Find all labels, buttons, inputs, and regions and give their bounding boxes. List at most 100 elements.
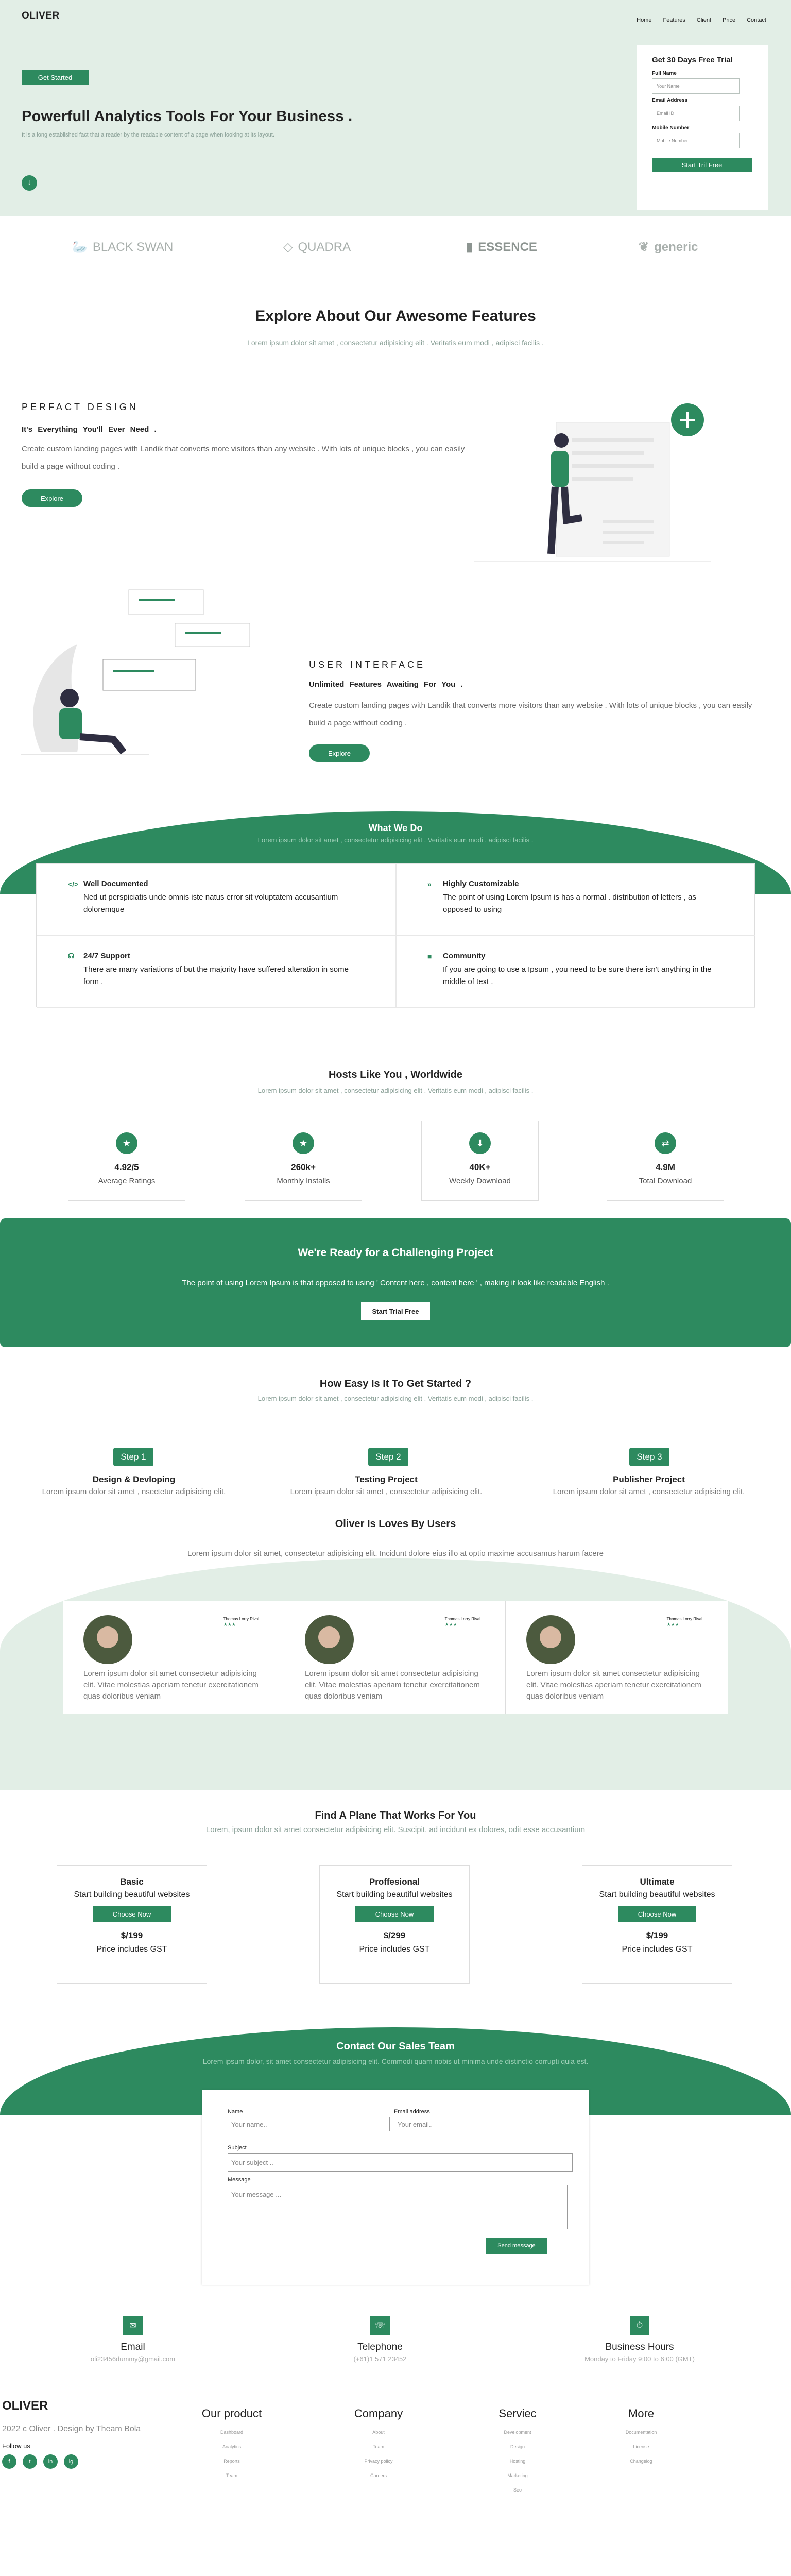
contact-message-textarea[interactable]: Your message ... xyxy=(228,2185,568,2229)
pricing-section: Find A Plane That Works For You Lorem, i… xyxy=(0,1790,791,2027)
steps-subtitle: Lorem ipsum dolor sit amet , consectetur… xyxy=(257,1395,534,1402)
contact-email-input[interactable]: Your email.. xyxy=(394,2117,556,2131)
step-title: Publisher Project xyxy=(613,1475,685,1484)
plan-card-professional: Proffesional Start building beautiful we… xyxy=(319,1865,470,1984)
testimonials-row: Thomas Lorry Rival ★★★ Lorem ipsum dolor … xyxy=(63,1601,728,1714)
features-subtitle: Lorem ipsum dolor sit amet , consectetur… xyxy=(247,338,544,347)
contact-info-section: ✉ Email oli23456dummy@gmail.com ☏ Teleph… xyxy=(0,2306,791,2388)
start-trial-button[interactable]: Start Tril Free xyxy=(652,158,752,172)
sync-icon: ⇄ xyxy=(655,1132,676,1154)
star-icon: ★ xyxy=(293,1132,314,1154)
main-nav: Home Features Client Price Contact xyxy=(637,17,766,23)
chat-icon: ■ xyxy=(427,952,432,960)
start-trial-free-button[interactable]: Start Trial Free xyxy=(361,1302,430,1320)
ready-title: We're Ready for a Challenging Project xyxy=(298,1247,493,1259)
name-input[interactable]: Your Name xyxy=(652,78,740,94)
wwd-subtitle: Lorem ipsum dolor sit amet , consectetur… xyxy=(257,836,534,844)
facebook-icon[interactable]: f xyxy=(2,2454,16,2469)
footer-logo[interactable]: OLIVER xyxy=(2,2399,48,2413)
contact-title: Contact Our Sales Team xyxy=(336,2041,455,2052)
steps-section: How Easy Is It To Get Started ? Lorem ip… xyxy=(0,1352,791,1517)
clock-icon: ⏱ xyxy=(630,2316,649,2335)
block2-kicker: USER INTERFACE xyxy=(309,659,426,670)
wwd-grid: </> Well Documented Ned ut perspiciatis u… xyxy=(36,863,755,1008)
leaf-icon: ❦ xyxy=(639,240,649,254)
testimonials-subtitle: Lorem ipsum dolor sit amet, consectetur … xyxy=(187,1549,604,1558)
rating-stars: ★★★ xyxy=(666,1622,679,1627)
avatar xyxy=(526,1615,575,1664)
testimonials-title: Oliver Is Loves By Users xyxy=(335,1518,456,1530)
block1-heading: It's Everything You'll Ever Need . xyxy=(22,425,157,434)
ui-illustration xyxy=(21,589,250,755)
plan-price: $/199 xyxy=(646,1930,668,1940)
message-label: Message xyxy=(228,2177,251,2183)
nav-features[interactable]: Features xyxy=(663,17,685,23)
testimonial-card: Thomas Lorry Rival ★★★ Lorem ipsum dolor … xyxy=(284,1601,506,1714)
pricing-title: Find A Plane That Works For You xyxy=(315,1810,476,1821)
step-body: Lorem ipsum dolor sit amet , nsectetur a… xyxy=(42,1487,226,1496)
phone-icon: ☏ xyxy=(370,2316,390,2335)
trial-title: Get 30 Days Free Trial xyxy=(652,56,733,64)
step-title: Testing Project xyxy=(355,1475,418,1484)
brand-quadra: ◇ QUADRA xyxy=(283,240,351,255)
ready-body: The point of using Lorem Ipsum is that o… xyxy=(182,1279,609,1287)
ready-section: We're Ready for a Challenging Project Th… xyxy=(0,1218,791,1352)
nav-contact[interactable]: Contact xyxy=(747,17,766,23)
steps-title: How Easy Is It To Get Started ? xyxy=(319,1378,472,1389)
name-label: Name xyxy=(228,2109,243,2115)
plan-price: $/199 xyxy=(121,1930,143,1940)
pricing-subtitle: Lorem, ipsum dolor sit amet consectetur … xyxy=(205,1825,586,1834)
step-body: Lorem ipsum dolor sit amet , consectetur… xyxy=(553,1487,745,1496)
brand-generic: ❦ generic xyxy=(639,240,698,255)
choose-plan-button[interactable]: Choose Now xyxy=(355,1906,434,1922)
testimonial-card: Thomas Lorry Rival ★★★ Lorem ipsum dolor … xyxy=(506,1601,727,1714)
feature-cell: </> Well Documented Ned ut perspiciatis u… xyxy=(37,863,396,936)
swan-icon: 🦢 xyxy=(72,240,88,254)
choose-plan-button[interactable]: Choose Now xyxy=(618,1906,696,1922)
step-2-badge: Step 2 xyxy=(368,1448,408,1466)
subject-label: Subject xyxy=(228,2145,247,2151)
brand-essence: ▮ ESSENCE xyxy=(466,240,537,255)
email-input[interactable]: Email ID xyxy=(652,106,740,121)
stat-card: ⬇ 40K+ Weekly Download xyxy=(421,1121,539,1201)
contact-name-input[interactable]: Your name.. xyxy=(228,2117,390,2131)
step-body: Lorem ipsum dolor sit amet , consectetur… xyxy=(290,1487,483,1496)
feature-cell: » Highly Customizable The point of using … xyxy=(396,863,755,936)
get-started-button[interactable]: Get Started xyxy=(22,70,89,85)
send-message-button[interactable]: Send message xyxy=(486,2238,547,2254)
phone-input[interactable]: Mobile Number xyxy=(652,133,740,148)
scroll-down-icon[interactable]: ↓ xyxy=(22,175,37,191)
download-icon: ⬇ xyxy=(469,1132,491,1154)
rating-stars: ★★★ xyxy=(223,1622,236,1627)
nav-home[interactable]: Home xyxy=(637,17,651,23)
twitter-icon[interactable]: t xyxy=(23,2454,37,2469)
stats-title: Hosts Like You , Worldwide xyxy=(328,1069,463,1080)
choose-plan-button[interactable]: Choose Now xyxy=(93,1906,171,1922)
step-1-badge: Step 1 xyxy=(113,1448,153,1466)
contact-hours-block: ⏱ Business Hours Monday to Friday 9:00 t… xyxy=(578,2316,701,2363)
name-label: Full Name xyxy=(652,71,677,76)
nav-client[interactable]: Client xyxy=(697,17,711,23)
instagram-icon[interactable]: ig xyxy=(64,2454,78,2469)
block2-body: Create custom landing pages with Landik … xyxy=(309,701,752,727)
mail-icon: ✉ xyxy=(123,2316,143,2335)
footer-col-more: More Documentation License Changelog xyxy=(625,2407,657,2464)
explore-button-1[interactable]: Explore xyxy=(22,489,82,507)
star-icon: ★ xyxy=(116,1132,137,1154)
contact-form: Name Your name.. Email address Your email.… xyxy=(202,2090,589,2285)
testimonial-card: Thomas Lorry Rival ★★★ Lorem ipsum dolor … xyxy=(63,1601,284,1714)
contact-subject-input[interactable]: Your subject .. xyxy=(228,2153,573,2172)
testimonials-section: Oliver Is Loves By Users Lorem ipsum dol… xyxy=(0,1517,791,1790)
features-title: Explore About Our Awesome Features xyxy=(255,308,536,325)
step-title: Design & Devloping xyxy=(92,1475,176,1484)
logo[interactable]: OLIVER xyxy=(22,10,60,22)
rating-stars: ★★★ xyxy=(444,1622,457,1627)
plan-card-basic: Basic Start building beautiful websites … xyxy=(57,1865,207,1984)
what-we-do-section: What We Do Lorem ipsum dolor sit amet , … xyxy=(0,811,791,1069)
brand-strip: 🦢 BLACK SWAN ◇ QUADRA ▮ ESSENCE ❦ generic xyxy=(0,216,791,296)
explore-button-2[interactable]: Explore xyxy=(309,744,370,762)
stat-card: ⇄ 4.9M Total Download xyxy=(607,1121,724,1201)
linkedin-icon[interactable]: in xyxy=(43,2454,58,2469)
nav-price[interactable]: Price xyxy=(723,17,735,23)
email-label: Email address xyxy=(394,2109,430,2115)
